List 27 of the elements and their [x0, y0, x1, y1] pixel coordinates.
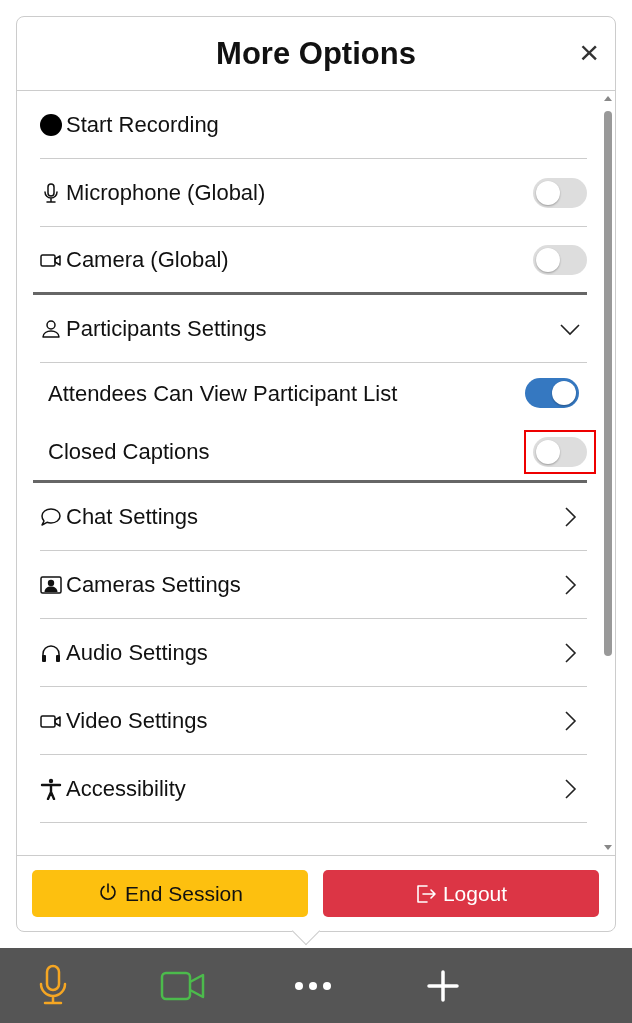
record-icon [40, 113, 62, 136]
toggle-switch[interactable] [533, 177, 587, 208]
menu-item-label: Attendees Can View Participant List [48, 379, 399, 408]
accessibility-icon [40, 777, 62, 800]
scroll-up-icon[interactable] [603, 95, 613, 101]
scroll-down-icon[interactable] [603, 845, 613, 851]
logout-icon [414, 882, 437, 905]
close-button[interactable]: × [575, 35, 603, 69]
menu-item-label[interactable]: Cameras Settings [66, 568, 555, 601]
toggle-switch[interactable] [525, 378, 579, 408]
menu-item-label: Closed Captions [48, 438, 211, 466]
logout-button[interactable]: Logout [323, 870, 599, 917]
toggle-switch[interactable] [533, 244, 587, 275]
end-session-button[interactable]: End Session [32, 870, 308, 917]
dialog-title: More Options [216, 34, 416, 73]
menu-item-label: Camera (Global) [66, 246, 230, 274]
menu-item-label[interactable]: Accessibility [66, 772, 555, 805]
person-icon [40, 317, 62, 340]
menu-item-label[interactable]: Audio Settings [66, 636, 555, 669]
menu-item-label[interactable]: Chat Settings [66, 500, 555, 533]
menu-item-label[interactable]: Video Settings [66, 704, 555, 737]
chat-bubble-icon [40, 505, 62, 528]
portrait-icon [40, 573, 62, 596]
toggle-switch[interactable] [533, 436, 587, 467]
menu-item-label: Microphone (Global) [66, 179, 267, 207]
menu-item-label[interactable]: Start Recording [66, 108, 587, 141]
menu-item-label[interactable]: Participants Settings [66, 312, 555, 345]
